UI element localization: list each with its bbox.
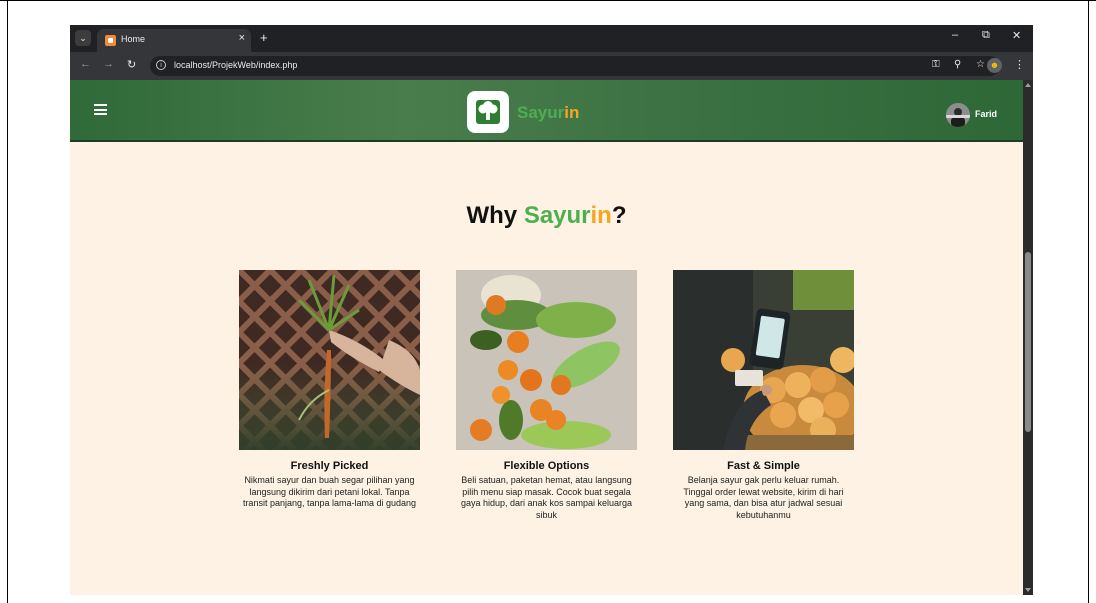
forward-icon[interactable]: →	[103, 58, 114, 70]
browser-menu-icon[interactable]: ⋮	[1014, 58, 1025, 71]
back-icon[interactable]: ←	[80, 58, 91, 70]
feature-card-freshly-picked: Freshly Picked Nikmati sayur dan buah se…	[239, 270, 420, 510]
vegetables-oranges-image	[456, 270, 637, 450]
browser-toolbar: ← → ↻ i localhost/ProjekWeb/index.php ⚿ …	[70, 52, 1033, 80]
card-title: Flexible Options	[503, 460, 590, 472]
close-window-button[interactable]: ✕	[1012, 29, 1021, 42]
profile-icon[interactable]: ☻	[987, 58, 1002, 73]
avatar[interactable]	[946, 103, 970, 127]
scroll-thumb[interactable]	[1025, 252, 1031, 432]
title-prefix: Why	[466, 202, 524, 229]
user-name[interactable]: Farid	[975, 109, 997, 119]
address-bar[interactable]: i localhost/ProjekWeb/index.php ⚿ ⚲ ☆	[150, 56, 1000, 76]
feature-card-fast-simple: Fast & Simple Belanja sayur gak perlu ke…	[673, 270, 863, 521]
title-green: Sayur	[523, 202, 591, 229]
favicon-icon	[105, 35, 116, 46]
title-suffix: ?	[611, 202, 627, 229]
browser-window: ⌄ Home × + – ⧉ ✕ ← → ↻ i localhost/Proje…	[70, 25, 1033, 595]
title-orange: in	[590, 202, 612, 229]
page-viewport: Sayurin Farid Why Sayurin? Freshly Picke…	[70, 80, 1023, 595]
card-description: Beli satuan, paketan hemat, atau langsun…	[460, 475, 633, 520]
outer-frame-top	[0, 0, 1096, 1]
section-title: Why Sayurin?	[70, 202, 1023, 230]
card-title: Freshly Picked	[290, 460, 369, 472]
tab-search-button[interactable]: ⌄	[75, 30, 91, 46]
outer-frame-left	[7, 0, 8, 603]
tab-home[interactable]: Home ×	[97, 29, 251, 52]
tab-close-icon[interactable]: ×	[239, 32, 245, 44]
minimize-button[interactable]: –	[952, 29, 958, 41]
hamburger-menu-icon[interactable]	[94, 104, 107, 115]
reload-icon[interactable]: ↻	[127, 58, 136, 71]
brand-name[interactable]: Sayurin	[517, 103, 579, 123]
zoom-icon[interactable]: ⚲	[954, 59, 961, 70]
tab-strip: ⌄ Home × + – ⧉ ✕	[70, 25, 1033, 52]
scroll-up-arrow-icon[interactable]	[1025, 83, 1031, 87]
bookmark-star-icon[interactable]: ☆	[976, 59, 985, 70]
card-description: Nikmati sayur dan buah segar pilihan yan…	[242, 475, 417, 508]
card-description: Belanja sayur gak perlu keluar rumah. Ti…	[683, 475, 844, 520]
brand-part-orange: in	[564, 103, 580, 122]
scroll-down-arrow-icon[interactable]	[1025, 588, 1031, 592]
new-tab-button[interactable]: +	[260, 30, 268, 45]
page-scrollbar[interactable]	[1023, 80, 1033, 595]
tab-title: Home	[121, 34, 146, 44]
site-header: Sayurin Farid	[70, 80, 1023, 142]
restore-button[interactable]: ⧉	[982, 29, 990, 42]
brand-part-green: Sayur	[517, 103, 565, 122]
broccoli-logo-icon[interactable]	[467, 91, 509, 133]
site-info-icon[interactable]: i	[156, 60, 166, 70]
password-key-icon[interactable]: ⚿	[932, 59, 940, 70]
carrot-harvest-image	[239, 270, 420, 450]
feature-card-flexible-options: Flexible Options Beli satuan, paketan he…	[456, 270, 637, 521]
url-text[interactable]: localhost/ProjekWeb/index.php	[174, 60, 297, 70]
card-payment-image	[673, 270, 863, 455]
card-title: Fast & Simple	[727, 460, 800, 472]
outer-frame-right	[1088, 0, 1089, 603]
